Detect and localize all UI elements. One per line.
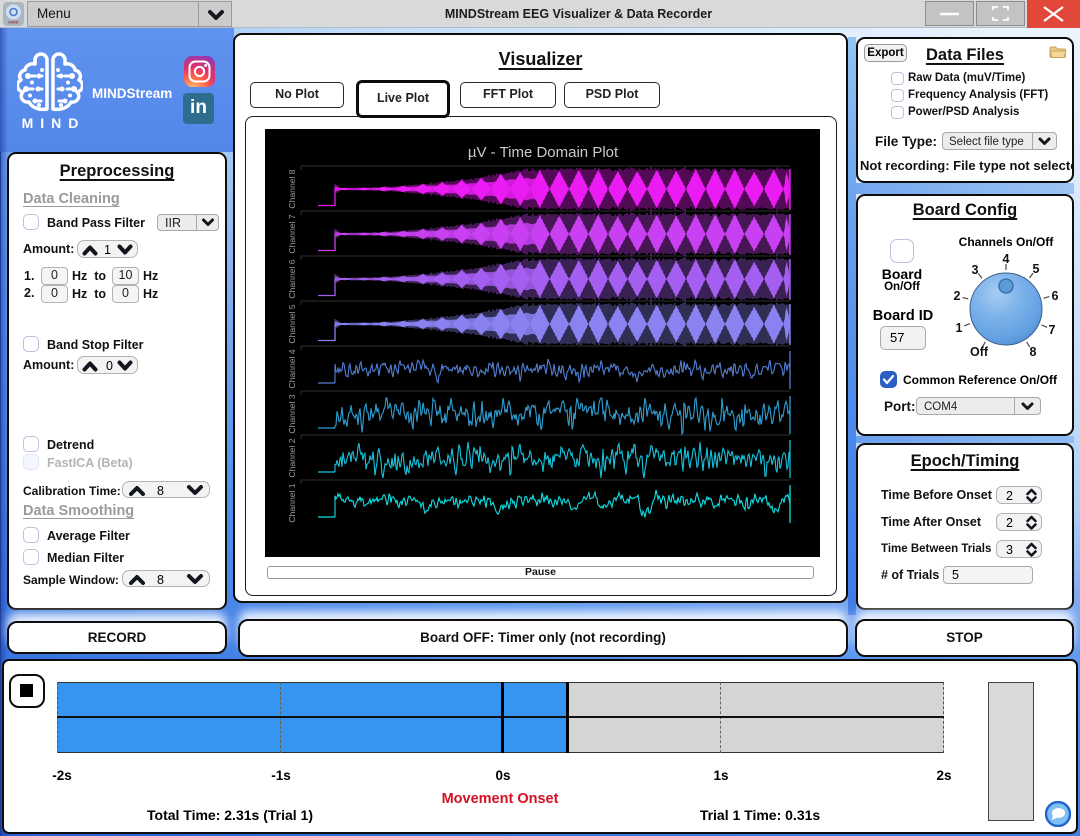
svg-text:2: 2 xyxy=(954,289,961,303)
svg-text:Channel 7: Channel 7 xyxy=(287,214,297,253)
svg-text:µV - Time Domain Plot: µV - Time Domain Plot xyxy=(468,144,619,161)
svg-text:3: 3 xyxy=(972,263,979,277)
svg-text:6: 6 xyxy=(1052,289,1059,303)
svg-text:Channel 8: Channel 8 xyxy=(287,169,297,208)
svg-text:Off: Off xyxy=(970,345,989,359)
svg-text:Channel 3: Channel 3 xyxy=(287,394,297,433)
svg-text:Channel 1: Channel 1 xyxy=(287,483,297,522)
svg-text:MIND: MIND xyxy=(8,20,18,25)
svg-text:4: 4 xyxy=(1003,252,1010,266)
svg-text:Channel 5: Channel 5 xyxy=(287,304,297,343)
svg-text:5: 5 xyxy=(1033,262,1040,276)
svg-text:8: 8 xyxy=(1030,345,1037,359)
svg-text:Channel 6: Channel 6 xyxy=(287,259,297,298)
svg-text:Channel 4: Channel 4 xyxy=(287,349,297,388)
svg-text:7: 7 xyxy=(1049,323,1056,337)
svg-text:Channel 2: Channel 2 xyxy=(287,438,297,477)
svg-text:1: 1 xyxy=(956,321,963,335)
